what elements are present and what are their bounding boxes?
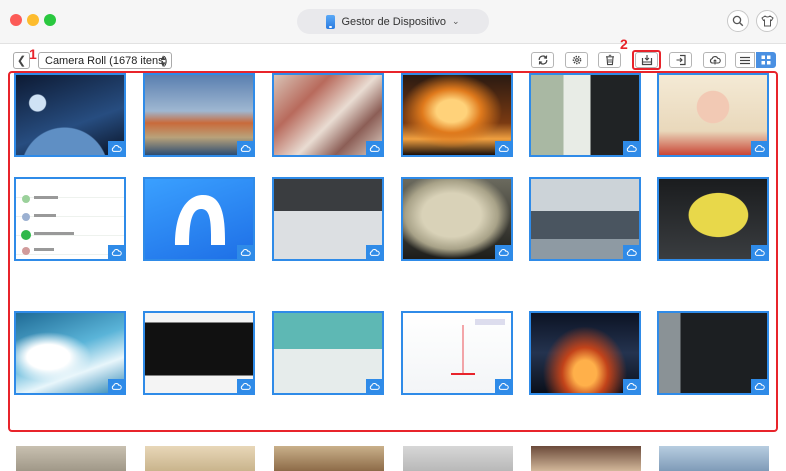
photo-thumbnail[interactable] xyxy=(272,73,384,157)
photo-thumbnail[interactable] xyxy=(657,73,769,157)
photo-thumbnail[interactable] xyxy=(401,73,513,157)
cloud-icon xyxy=(751,379,767,393)
photo-thumbnail[interactable] xyxy=(657,177,769,261)
cloud-icon xyxy=(366,245,382,259)
album-selector[interactable]: Camera Roll (1678 itens) ▲ ▼ xyxy=(38,52,172,69)
photo-thumbnail[interactable] xyxy=(14,311,126,395)
gear-icon xyxy=(572,55,581,65)
updown-chevron-icon: ▲ ▼ xyxy=(159,53,167,69)
photo-thumbnail[interactable] xyxy=(529,177,641,261)
cloud-icon xyxy=(108,141,124,155)
refresh-icon xyxy=(538,55,547,65)
window-titlebar: Gestor de Dispositivo ⌄ xyxy=(0,0,786,44)
step-marker-2: 2 xyxy=(620,36,628,52)
photo-thumbnail[interactable] xyxy=(143,177,255,261)
photo-thumbnail[interactable] xyxy=(659,446,769,471)
tshirt-icon xyxy=(760,15,774,27)
photo-thumbnail[interactable] xyxy=(14,73,126,157)
cloud-upload-icon xyxy=(709,55,721,65)
photo-thumbnail[interactable] xyxy=(529,311,641,395)
export-highlight-box xyxy=(632,50,661,70)
list-view-button[interactable] xyxy=(735,52,755,68)
chevron-left-icon: ❮ xyxy=(16,55,27,67)
photo-thumbnail[interactable] xyxy=(145,446,255,471)
photo-thumbnail[interactable] xyxy=(401,311,513,395)
cloud-icon xyxy=(237,141,253,155)
photo-thumbnail[interactable] xyxy=(14,177,126,261)
import-icon xyxy=(676,54,686,66)
grid-view-button[interactable] xyxy=(756,52,776,68)
minimize-window-button[interactable] xyxy=(27,14,39,26)
device-selector[interactable]: Gestor de Dispositivo ⌄ xyxy=(297,9,489,34)
trash-icon xyxy=(605,54,614,66)
photo-thumbnail[interactable] xyxy=(401,177,513,261)
photo-thumbnail[interactable] xyxy=(529,73,641,157)
phone-icon xyxy=(326,14,336,29)
settings-button[interactable] xyxy=(565,52,588,68)
cloud-icon xyxy=(108,245,124,259)
cloud-icon xyxy=(237,245,253,259)
delete-button[interactable] xyxy=(598,52,621,68)
photo-thumbnail[interactable] xyxy=(143,73,255,157)
photo-thumbnail[interactable] xyxy=(274,446,384,471)
photo-thumbnail[interactable] xyxy=(657,311,769,395)
back-button[interactable]: ❮ xyxy=(13,52,30,69)
refresh-button[interactable] xyxy=(531,52,554,68)
cloud-icon xyxy=(623,245,639,259)
chevron-down-icon: ⌄ xyxy=(452,16,460,26)
cloud-icon xyxy=(495,141,511,155)
cloud-icon xyxy=(623,141,639,155)
photo-thumbnail[interactable] xyxy=(403,446,513,471)
photo-thumbnail[interactable] xyxy=(272,311,384,395)
photo-thumbnail[interactable] xyxy=(272,177,384,261)
search-button[interactable] xyxy=(727,10,749,32)
skin-button[interactable] xyxy=(756,10,778,32)
device-title: Gestor de Dispositivo xyxy=(341,15,446,28)
zoom-window-button[interactable] xyxy=(44,14,56,26)
cloud-icon xyxy=(495,245,511,259)
cloud-icon xyxy=(366,141,382,155)
cloud-icon xyxy=(237,379,253,393)
cloud-icon xyxy=(751,245,767,259)
step-marker-1: 1 xyxy=(29,46,37,62)
cloud-icon xyxy=(623,379,639,393)
photo-thumbnail[interactable] xyxy=(531,446,641,471)
photo-thumbnail[interactable] xyxy=(143,311,255,395)
album-label: Camera Roll (1678 itens) xyxy=(45,54,168,67)
cloud-icon xyxy=(751,141,767,155)
search-icon xyxy=(732,15,744,27)
cloud-upload-button[interactable] xyxy=(703,52,726,68)
list-view-icon xyxy=(740,56,750,64)
cloud-icon xyxy=(366,379,382,393)
cloud-icon xyxy=(495,379,511,393)
photo-thumbnail[interactable] xyxy=(16,446,126,471)
cloud-icon xyxy=(108,379,124,393)
close-window-button[interactable] xyxy=(10,14,22,26)
import-button[interactable] xyxy=(669,52,692,68)
grid-view-icon xyxy=(761,55,771,65)
